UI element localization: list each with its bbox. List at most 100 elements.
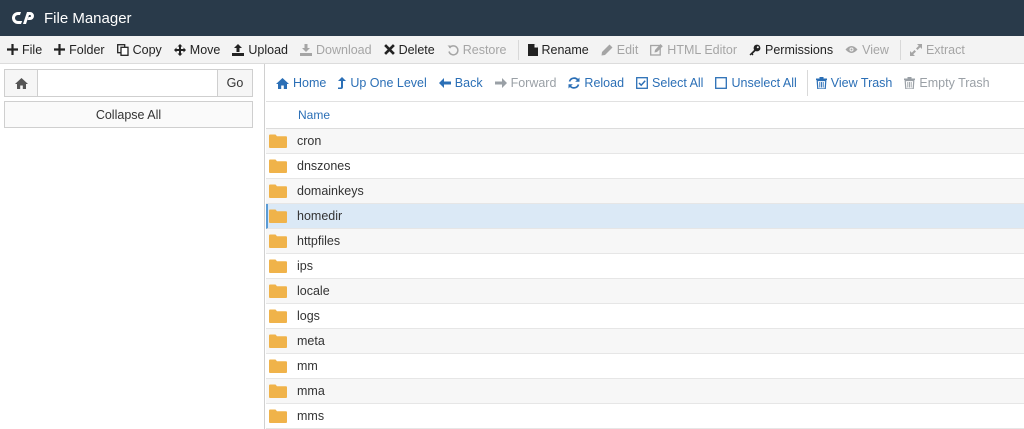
nav-label: Back [454,76,483,90]
nav-label: Home [293,76,327,90]
html-editor-icon [650,43,664,56]
toolbar-divider [899,39,901,60]
nav-label: Up One Level [350,76,427,90]
toolbar-label: Permissions [765,42,834,57]
html-editor-button[interactable]: HTML Editor [647,36,746,64]
cpanel-logo-icon [12,8,38,28]
trash-icon [815,77,827,89]
checked-box-icon [636,77,648,89]
rename-button[interactable]: Rename [525,36,598,64]
app-title: File Manager [44,9,132,27]
forward-arrow-icon [494,78,507,88]
restore-icon [447,44,459,56]
file-name: mms [297,409,325,423]
table-row[interactable]: cron [266,129,1024,154]
folder-icon [269,159,287,173]
go-button[interactable]: Go [217,70,252,96]
table-row[interactable]: httpfiles [266,229,1024,254]
file-list-table: Name cron dnszones domainkeys homedir httpfi… [266,101,1024,429]
file-name: locale [297,284,330,298]
upload-icon [232,43,245,56]
toolbar-label: Upload [248,42,288,57]
column-header-name[interactable]: Name [266,101,1024,129]
extract-icon [909,43,922,56]
table-row[interactable]: mma [266,379,1024,404]
permissions-button[interactable]: Permissions [746,36,842,64]
up-one-level-button[interactable]: Up One Level [336,76,436,90]
table-row[interactable]: mms [266,404,1024,429]
table-row[interactable]: locale [266,279,1024,304]
table-row[interactable]: homedir [266,204,1024,229]
restore-button[interactable]: Restore [444,36,516,64]
folder-icon [269,134,287,148]
select-all-button[interactable]: Select All [634,76,713,90]
folder-icon [269,234,287,248]
collapse-all-button[interactable]: Collapse All [4,101,253,128]
folder-icon [269,309,287,323]
back-button[interactable]: Back [437,76,493,90]
navigation-toolbar: Home Up One Level Back Forward Reload Se… [266,68,1024,98]
reload-button[interactable]: Reload [566,76,634,90]
edit-button[interactable]: Edit [598,36,648,64]
nav-label: View Trash [830,76,893,90]
toolbar-label: Rename [541,42,589,57]
file-name: httpfiles [297,234,341,248]
nav-label: Empty Trash [919,76,990,90]
empty-trash-button[interactable]: Empty Trash [902,76,999,90]
home-icon [276,77,289,89]
toolbar-label: Move [189,42,221,57]
upload-button[interactable]: Upload [229,36,297,64]
toolbar-label: Extract [925,42,965,57]
download-button[interactable]: Download [297,36,381,64]
table-row[interactable]: mm [266,354,1024,379]
file-name: ips [297,259,313,273]
table-row[interactable]: meta [266,329,1024,354]
copy-icon [116,43,129,56]
plus-icon [7,44,18,55]
rename-icon [527,43,538,56]
file-name: logs [297,309,320,323]
nav-label: Select All [652,76,704,90]
download-icon [299,43,312,56]
new-folder-button[interactable]: Folder [51,36,113,64]
trash-icon [904,77,916,89]
toolbar-label: Folder [69,42,105,57]
table-row[interactable]: dnszones [266,154,1024,179]
view-button[interactable]: View [842,36,898,64]
toolbar-divider [517,39,519,60]
home-button[interactable]: Home [274,76,336,90]
reload-icon [568,77,580,89]
toolbar-label: Restore [462,42,507,57]
nav-label: Unselect All [731,76,797,90]
nav-label: Forward [510,76,557,90]
forward-button[interactable]: Forward [493,76,567,90]
table-row[interactable]: ips [266,254,1024,279]
file-name: mm [297,359,318,373]
copy-button[interactable]: Copy [114,36,171,64]
extract-button[interactable]: Extract [907,36,974,64]
table-row[interactable]: logs [266,304,1024,329]
folder-icon [269,334,287,348]
toolbar-label: HTML Editor [667,42,737,57]
new-file-button[interactable]: File [4,36,51,64]
path-bar: Go [4,69,253,97]
folder-icon [269,284,287,298]
table-row[interactable]: domainkeys [266,179,1024,204]
back-arrow-icon [438,78,451,88]
directory-tree-panel: Go Collapse All [0,64,265,429]
up-level-icon [338,76,347,89]
file-rows: cron dnszones domainkeys homedir httpfiles ip… [266,129,1024,429]
view-trash-button[interactable]: View Trash [814,76,903,90]
path-input[interactable] [38,70,217,96]
toolbar-divider [806,70,808,96]
toolbar-label: File [22,42,43,57]
move-button[interactable]: Move [171,36,230,64]
unselect-all-button[interactable]: Unselect All [713,76,806,90]
delete-button[interactable]: Delete [381,36,444,64]
eye-icon [845,46,858,53]
folder-icon [269,184,287,198]
toolbar-label: Copy [132,42,162,57]
toolbar-label: Download [315,42,372,57]
file-name: homedir [297,209,343,223]
home-directory-button[interactable] [5,70,38,96]
